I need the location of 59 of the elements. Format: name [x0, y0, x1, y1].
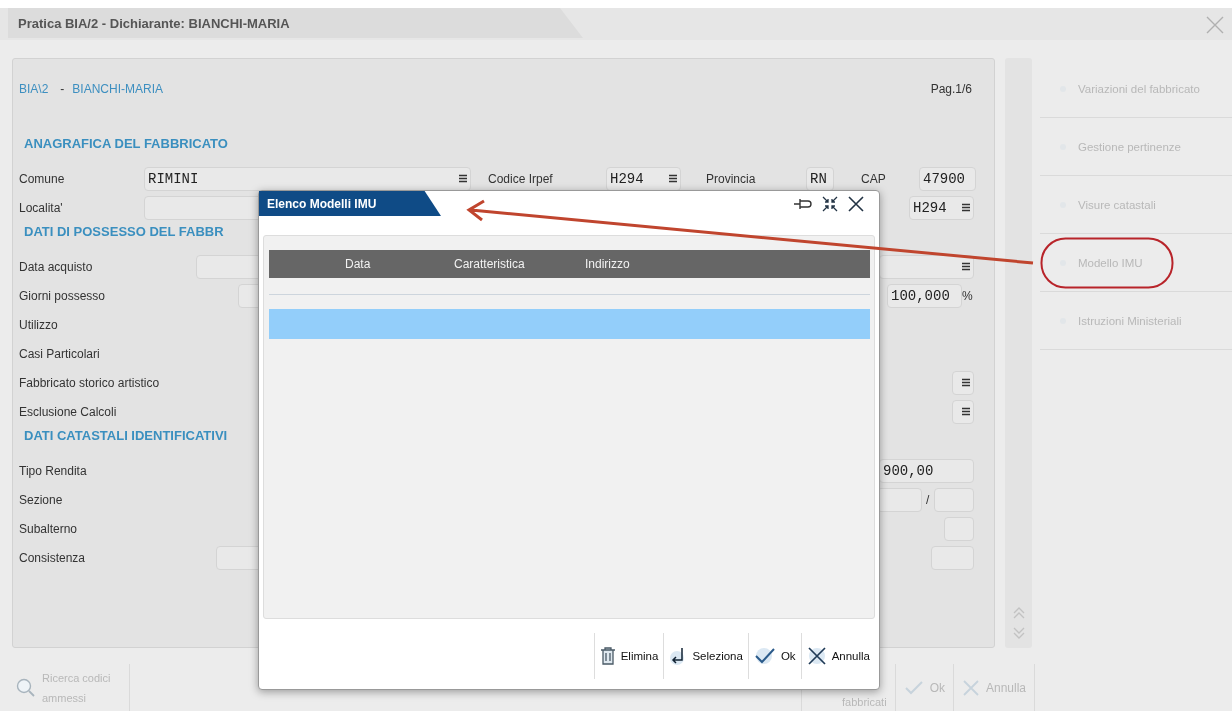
section-title: DATI DI POSSESSO DEL FABBR	[23, 223, 225, 241]
collapse-icon[interactable]	[821, 194, 839, 213]
field-label: Consistenza	[19, 549, 87, 566]
column-header[interactable]: Data	[269, 257, 454, 271]
field-label: Tipo Rendita	[19, 462, 88, 479]
field-label: Giorni possesso	[19, 287, 107, 304]
list-icon[interactable]	[459, 174, 467, 183]
input-field[interactable]: H294	[606, 166, 681, 191]
dialog-button[interactable]: Annulla	[800, 633, 875, 679]
field-label: Sezione	[19, 491, 64, 508]
check-icon	[753, 647, 776, 665]
dialog-button[interactable]: Ok	[747, 633, 801, 679]
input-field[interactable]: 100,000	[887, 283, 962, 308]
field-label: Esclusione Calcoli	[19, 403, 118, 420]
input-field[interactable]	[877, 487, 922, 512]
list-icon[interactable]	[962, 407, 970, 416]
list-icon[interactable]	[962, 378, 970, 387]
check-icon	[903, 680, 924, 696]
input-field[interactable]	[879, 254, 974, 279]
dialog-button[interactable]: Seleziona	[663, 633, 748, 679]
list-icon[interactable]	[669, 174, 677, 183]
field-label: /	[926, 492, 931, 507]
field-label: CAP	[861, 171, 887, 186]
input-field[interactable]	[952, 370, 974, 395]
list-icon[interactable]	[962, 203, 970, 212]
separator-text: -	[60, 82, 65, 96]
input-field[interactable]: H294	[909, 195, 974, 220]
pin-icon[interactable]	[793, 196, 813, 211]
search-icon	[16, 678, 36, 698]
field-label: Subalterno	[19, 520, 79, 537]
page-number: Pag.1/6	[930, 82, 972, 96]
field-label: Casi Particolari	[19, 345, 101, 362]
close-icon[interactable]	[847, 194, 865, 213]
input-field[interactable]: 900,00	[879, 458, 974, 483]
field-label: Codice Irpef	[488, 171, 554, 186]
dialog-title: Elenco Modelli IMU	[267, 196, 377, 211]
field-label: Utilizzo	[19, 316, 59, 333]
field-label: Localita'	[19, 199, 64, 216]
column-header[interactable]: Caratteristica	[454, 257, 585, 271]
dialog-button[interactable]: Elimina	[593, 633, 664, 679]
column-header[interactable]: Indirizzo	[585, 257, 630, 271]
declarant-name: BIANCHI-MARIA	[72, 82, 164, 96]
list-icon[interactable]	[962, 262, 970, 271]
close-icon	[806, 646, 827, 666]
section-title: DATI CATASTALI IDENTIFICATIVI	[23, 427, 229, 445]
field-label: Data acquisto	[19, 258, 94, 275]
input-field[interactable]: RIMINI	[144, 166, 471, 191]
section-title: ANAGRAFICA DEL FABBRICATO	[23, 135, 229, 153]
window-title: Pratica BIA/2 - Dichiarante: BIANCHI-MARIA	[18, 15, 290, 31]
field-label: Fabbricato storico artistico	[19, 374, 160, 391]
practice-code: BIA\2	[19, 82, 49, 96]
field-label: Provincia	[706, 171, 757, 186]
close-icon	[961, 679, 980, 697]
input-field[interactable]: RN	[806, 166, 834, 191]
input-field[interactable]: 47900	[919, 166, 976, 191]
input-field[interactable]	[952, 399, 974, 424]
trash-icon	[599, 646, 616, 666]
field-label: %	[962, 288, 974, 303]
field-label: Comune	[19, 170, 66, 187]
